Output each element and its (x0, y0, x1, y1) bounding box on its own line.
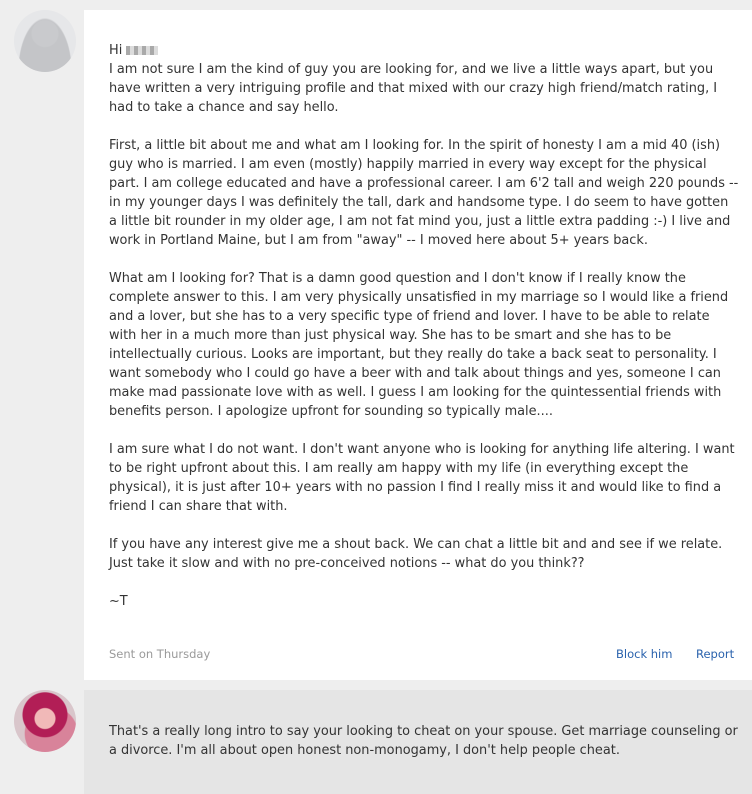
greeting-text: Hi (109, 43, 123, 58)
message-paragraph: I am sure what I do not want. I don't wa… (109, 442, 735, 514)
sent-timestamp: Sent on Thursday (109, 647, 211, 661)
sender-avatar[interactable] (14, 10, 76, 72)
reply-body: That's a really long intro to say your l… (109, 722, 739, 760)
message-footer: Sent on Thursday Block him Report (109, 647, 734, 661)
reply-avatar[interactable] (14, 690, 76, 752)
message-paragraph: What am I looking for? That is a damn go… (109, 271, 729, 419)
reply-text: That's a really long intro to say your l… (109, 724, 738, 758)
message-body: Hi I am not sure I am the kind of guy you… (109, 41, 739, 611)
block-user-link[interactable]: Block him (616, 647, 672, 661)
redacted-name (126, 46, 159, 55)
message-signature: ~T (109, 594, 128, 609)
report-link[interactable]: Report (696, 647, 734, 661)
message-paragraph: First, a little bit about me and what am… (109, 138, 739, 248)
reply-card: That's a really long intro to say your l… (84, 690, 752, 794)
message-greeting-line: Hi I am not sure I am the kind of guy you… (109, 41, 739, 117)
message-paragraph: I am not sure I am the kind of guy you a… (109, 62, 718, 115)
message-card: Hi I am not sure I am the kind of guy you… (84, 10, 752, 680)
message-paragraph: If you have any interest give me a shout… (109, 537, 723, 571)
